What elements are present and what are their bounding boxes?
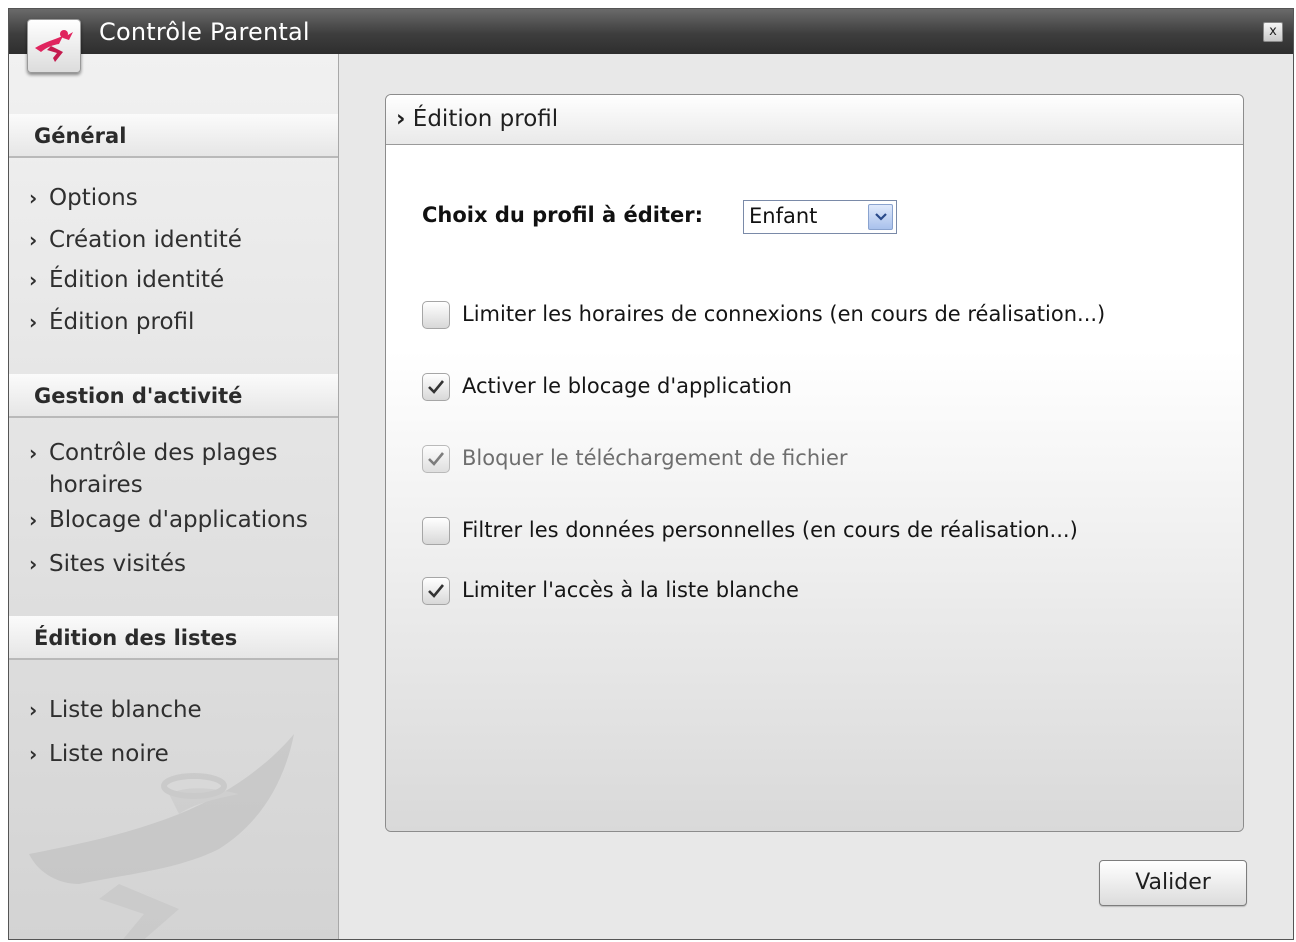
sidebar-item-liste-blanche[interactable]: › Liste blanche [29,694,329,726]
chevron-right-icon: › [29,186,38,210]
chevron-right-icon: › [29,268,38,292]
section-header-general: Général [9,114,338,158]
chevron-right-icon: › [29,441,38,465]
section-header-edition-listes: Édition des listes [9,616,338,660]
sidebar-item-controle-plages[interactable]: › Contrôle des plages horaires [29,437,329,501]
sidebar-item-blocage-applications[interactable]: › Blocage d'applications [29,504,329,536]
app-logo-icon [27,19,81,73]
profile-select-value: Enfant [749,204,818,228]
panel-body: Choix du profil à éditer: Enfant Limiter… [386,145,1243,831]
option-label: Activer le blocage d'application [462,374,792,398]
sidebar-item-sites-visites[interactable]: › Sites visités [29,548,329,580]
option-label: Limiter les horaires de connexions (en c… [462,302,1106,326]
checkbox-limiter-horaires[interactable] [422,301,450,329]
sidebar: Général › Options › Création identité › Édi… [9,54,339,939]
chevron-right-icon: › [29,698,38,722]
panel-title: Édition profil [412,106,559,132]
panel-header: › Édition profil [386,95,1243,145]
chevron-right-icon: › [396,106,406,132]
chevron-right-icon: › [29,228,38,252]
option-label: Filtrer les données personnelles (en cou… [462,518,1078,542]
profile-select[interactable]: Enfant [743,200,897,234]
checkbox-bloquer-telechargement[interactable] [422,445,450,473]
chevron-right-icon: › [29,552,38,576]
window-title: Contrôle Parental [99,18,310,46]
checkmark-icon [428,452,445,466]
parental-control-window: Contrôle Parental x Général › Options › Cr… [8,8,1294,940]
profile-select-label: Choix du profil à éditer: [422,203,704,227]
section-header-gestion-activite: Gestion d'activité [9,374,338,418]
sidebar-item-edition-profil[interactable]: › Édition profil [29,306,329,338]
sidebar-item-creation-identite[interactable]: › Création identité [29,224,329,256]
close-button[interactable]: x [1263,22,1283,42]
title-bar: Contrôle Parental x [9,9,1293,73]
sidebar-item-options[interactable]: › Options [29,182,329,214]
checkmark-icon [428,584,445,598]
option-label: Limiter l'accès à la liste blanche [462,578,799,602]
sidebar-item-edition-identite[interactable]: › Édition identité [29,264,329,296]
checkbox-filtrer-donnees[interactable] [422,517,450,545]
checkbox-liste-blanche[interactable] [422,577,450,605]
checkbox-blocage-application[interactable] [422,373,450,401]
chevron-right-icon: › [29,742,38,766]
checkmark-icon [428,380,445,394]
chevron-down-icon[interactable] [868,204,893,230]
main-content: › Édition profil Choix du profil à édite… [339,54,1293,939]
sidebar-item-liste-noire[interactable]: › Liste noire [29,738,329,770]
chevron-right-icon: › [29,310,38,334]
profile-edit-panel: › Édition profil Choix du profil à édite… [385,94,1244,832]
valider-button[interactable]: Valider [1099,860,1247,906]
option-label: Bloquer le téléchargement de fichier [462,446,848,470]
chevron-right-icon: › [29,508,38,532]
